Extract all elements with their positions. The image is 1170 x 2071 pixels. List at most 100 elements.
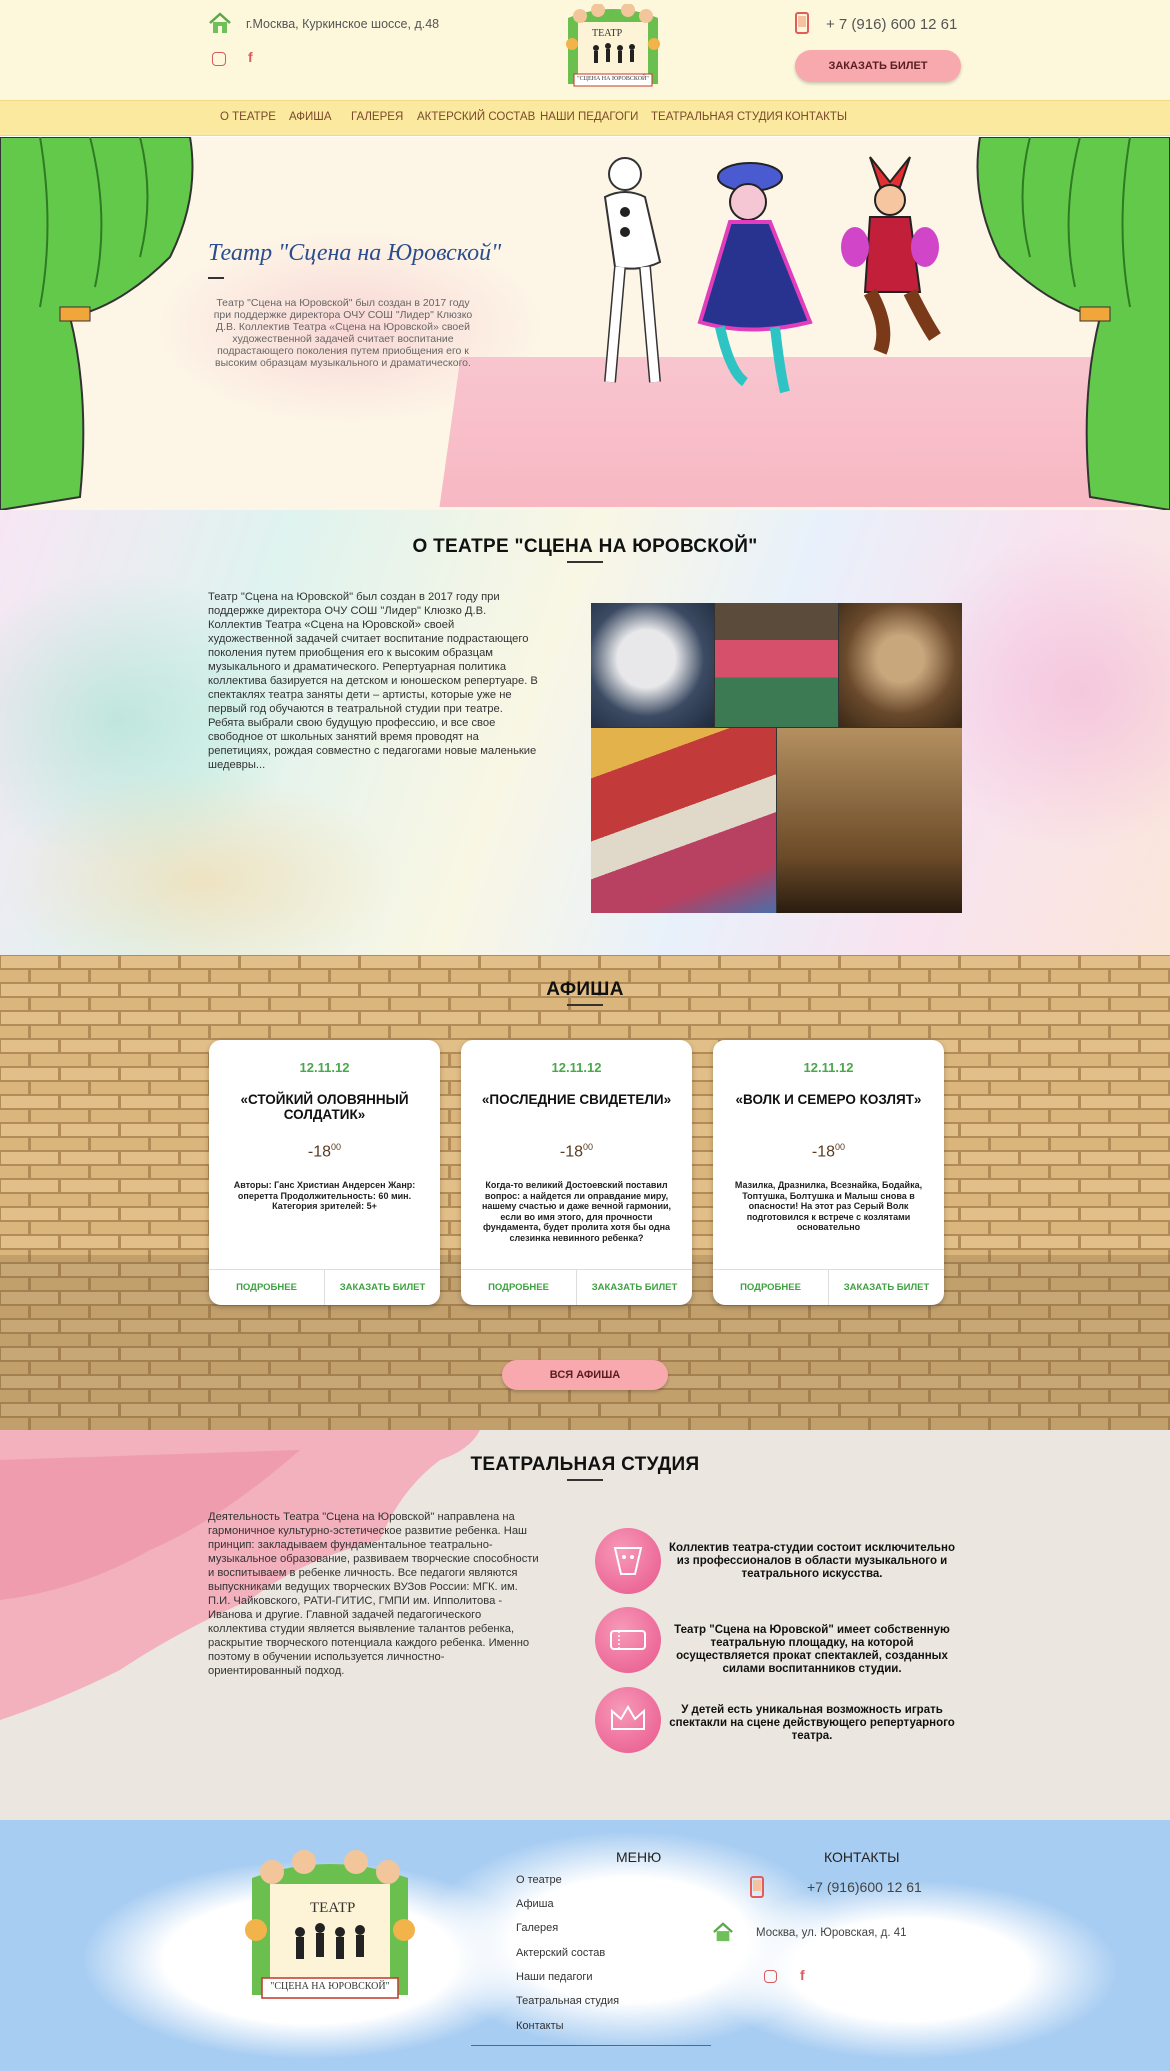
card-buttons: ПОДРОБНЕЕ ЗАКАЗАТЬ БИЛЕТ xyxy=(713,1269,944,1305)
footer-menu-item[interactable]: Контакты xyxy=(516,2020,564,2032)
feature-icon-2 xyxy=(595,1607,661,1673)
footer-contacts-title: КОНТАКТЫ xyxy=(824,1849,900,1865)
nav-item-about[interactable]: О ТЕАТРЕ xyxy=(220,111,276,123)
lady-figure xyxy=(697,162,813,394)
order-ticket-button[interactable]: ЗАКАЗАТЬ БИЛЕТ xyxy=(795,50,961,82)
footer-menu-title: МЕНЮ xyxy=(616,1849,662,1865)
hero-title: Театр "Сцена на Юровской" xyxy=(208,240,502,266)
main-nav: О ТЕАТРЕ АФИША ГАЛЕРЕЯ АКТЕРСКИЙ СОСТАВ … xyxy=(0,100,1170,136)
afisha-title-text: АФИША xyxy=(546,979,624,1000)
card-more-button[interactable]: ПОДРОБНЕЕ xyxy=(461,1270,577,1305)
photo-folk-dance xyxy=(591,728,776,913)
footer-phone[interactable]: +7 (916)600 12 61 xyxy=(807,1879,922,1895)
card-more-button[interactable]: ПОДРОБНЕЕ xyxy=(713,1270,829,1305)
footer-logo-top-text: ТЕАТР xyxy=(310,1900,356,1916)
home-icon xyxy=(209,12,231,33)
footer-logo[interactable]: ТЕАТР "СЦЕНА НА ЮРОВСКОЙ" xyxy=(238,1850,422,2015)
instagram-icon[interactable] xyxy=(212,52,226,66)
header: г.Москва, Куркинское шоссе, д.48 f ТЕАТР… xyxy=(0,0,1170,100)
studio-title-text: ТЕАТРАЛЬНАЯ СТУДИЯ xyxy=(470,1454,700,1475)
studio-section: ТЕАТРАЛЬНАЯ СТУДИЯ Деятельность Театра "… xyxy=(0,1430,1170,1820)
footer-instagram-icon[interactable] xyxy=(764,1970,777,1983)
crown-icon xyxy=(611,1705,645,1730)
cloud-right xyxy=(700,1880,1120,2060)
footer-menu-item[interactable]: Афиша xyxy=(516,1898,554,1910)
right-curtain xyxy=(976,137,1170,510)
about-text: Театр "Сцена на Юровской" был создан в 2… xyxy=(208,591,538,771)
card-more-button[interactable]: ПОДРОБНЕЕ xyxy=(209,1270,325,1305)
studio-title-underline xyxy=(567,1479,603,1481)
feature-icon-3 xyxy=(595,1687,661,1753)
hero-text: Театр "Сцена на Юровской" был создан в 2… xyxy=(213,297,473,369)
card-age-value: -18 xyxy=(559,1143,584,1161)
feature-icon-1 xyxy=(595,1528,661,1594)
card-title: «ВОЛК И СЕМЕРО КОЗЛЯТ» xyxy=(735,1092,922,1107)
about-watercolor-bottom xyxy=(0,770,400,955)
nav-item-studio[interactable]: ТЕАТРАЛЬНАЯ СТУДИЯ xyxy=(651,111,783,123)
card-title: «ПОСЛЕДНИЕ СВИДЕТЕЛИ» xyxy=(481,1092,672,1107)
card-age-sup: 00 xyxy=(583,1142,594,1152)
photo-girl xyxy=(591,603,714,727)
logo-top-text: ТЕАТР xyxy=(592,28,623,39)
footer-menu-item[interactable]: Наши педагоги xyxy=(516,1971,593,1983)
footer-menu-item[interactable]: Галерея xyxy=(516,1922,558,1934)
footer-menu-item[interactable]: О театре xyxy=(516,1874,562,1886)
nav-item-contacts[interactable]: КОНТАКТЫ xyxy=(785,111,847,123)
photo-children-costumes xyxy=(715,603,838,727)
about-photo-collage[interactable] xyxy=(591,603,962,913)
studio-title: ТЕАТРАЛЬНАЯ СТУДИЯ xyxy=(0,1454,1170,1481)
logo-bottom-text: "СЦЕНА НА ЮРОВСКОЙ" xyxy=(577,76,649,82)
card-buttons: ПОДРОБНЕЕ ЗАКАЗАТЬ БИЛЕТ xyxy=(209,1269,440,1305)
left-curtain xyxy=(0,137,194,510)
nav-item-gallery[interactable]: ГАЛЕРЕЯ xyxy=(351,111,403,123)
card-buttons: ПОДРОБНЕЕ ЗАКАЗАТЬ БИЛЕТ xyxy=(461,1269,692,1305)
card-title: «СТОЙКИЙ ОЛОВЯННЫЙ СОЛДАТИК» xyxy=(240,1092,409,1122)
footer-menu-item[interactable]: Актерский состав xyxy=(516,1947,605,1959)
card-age-value: -18 xyxy=(811,1143,836,1161)
feature-text-2: Театр "Сцена на Юровской" имеет собствен… xyxy=(674,1624,950,1675)
card-age-sup: 00 xyxy=(835,1142,846,1152)
hero-title-underline xyxy=(208,277,224,279)
card-age-sup: 00 xyxy=(331,1142,342,1152)
photo-shadow-theatre xyxy=(777,728,962,913)
card-age: -1800 xyxy=(209,1142,440,1161)
footer: ТЕАТР "СЦЕНА НА ЮРОВСКОЙ" МЕНЮ О театре … xyxy=(0,1820,1170,2071)
hero-characters-illustration xyxy=(603,156,941,394)
pierrot-figure xyxy=(603,157,662,383)
header-phone[interactable]: + 7 (916) 600 12 61 xyxy=(826,16,957,33)
facebook-icon[interactable]: f xyxy=(248,49,253,65)
about-section: О ТЕАТРЕ "СЦЕНА НА ЮРОВСКОЙ" Театр "Сцен… xyxy=(0,510,1170,955)
all-afisha-button[interactable]: ВСЯ АФИША xyxy=(502,1360,668,1390)
card-description: Авторы: Ганс Христиан Андерсен Жанр: опе… xyxy=(233,1180,416,1211)
afisha-card: 12.11.12 «ПОСЛЕДНИЕ СВИДЕТЕЛИ» -1800 Ког… xyxy=(461,1040,692,1305)
card-order-button[interactable]: ЗАКАЗАТЬ БИЛЕТ xyxy=(829,1270,944,1305)
header-address: г.Москва, Куркинское шоссе, д.48 xyxy=(246,17,440,31)
card-description: Когда-то великий Достоевский поставил во… xyxy=(481,1180,672,1243)
nav-item-actors[interactable]: АКТЕРСКИЙ СОСТАВ xyxy=(417,111,535,123)
footer-facebook-icon[interactable]: f xyxy=(800,1967,805,1983)
about-title: О ТЕАТРЕ "СЦЕНА НА ЮРОВСКОЙ" xyxy=(0,536,1170,563)
jester-figure xyxy=(841,156,941,355)
card-age: -1800 xyxy=(461,1142,692,1161)
hero-section: Театр "Сцена на Юровской" Театр "Сцена н… xyxy=(0,137,1170,510)
card-age-value: -18 xyxy=(307,1143,332,1161)
nav-item-teachers[interactable]: НАШИ ПЕДАГОГИ xyxy=(540,111,638,123)
logo[interactable]: ТЕАТР "СЦЕНА НА ЮРОВСКОЙ" xyxy=(560,3,666,94)
theatre-masks-icon xyxy=(613,1547,643,1575)
phone-icon xyxy=(795,12,809,34)
card-order-button[interactable]: ЗАКАЗАТЬ БИЛЕТ xyxy=(325,1270,440,1305)
card-age: -1800 xyxy=(713,1142,944,1161)
footer-phone-icon xyxy=(750,1876,764,1898)
card-order-button[interactable]: ЗАКАЗАТЬ БИЛЕТ xyxy=(577,1270,692,1305)
footer-divider xyxy=(471,2045,711,2046)
card-date: 12.11.12 xyxy=(551,1060,602,1075)
card-date: 12.11.12 xyxy=(803,1060,854,1075)
card-date: 12.11.12 xyxy=(299,1060,350,1075)
afisha-title: АФИША xyxy=(0,979,1170,1006)
footer-menu-item[interactable]: Театральная студия xyxy=(516,1995,619,2007)
photo-masks xyxy=(839,603,962,727)
studio-text: Деятельность Театра "Сцена на Юровской" … xyxy=(208,1511,539,1677)
footer-address: Москва, ул. Юровская, д. 41 xyxy=(756,1927,907,1939)
nav-item-afisha[interactable]: АФИША xyxy=(289,111,332,123)
feature-text-3: У детей есть уникальная возможность игра… xyxy=(669,1704,955,1742)
